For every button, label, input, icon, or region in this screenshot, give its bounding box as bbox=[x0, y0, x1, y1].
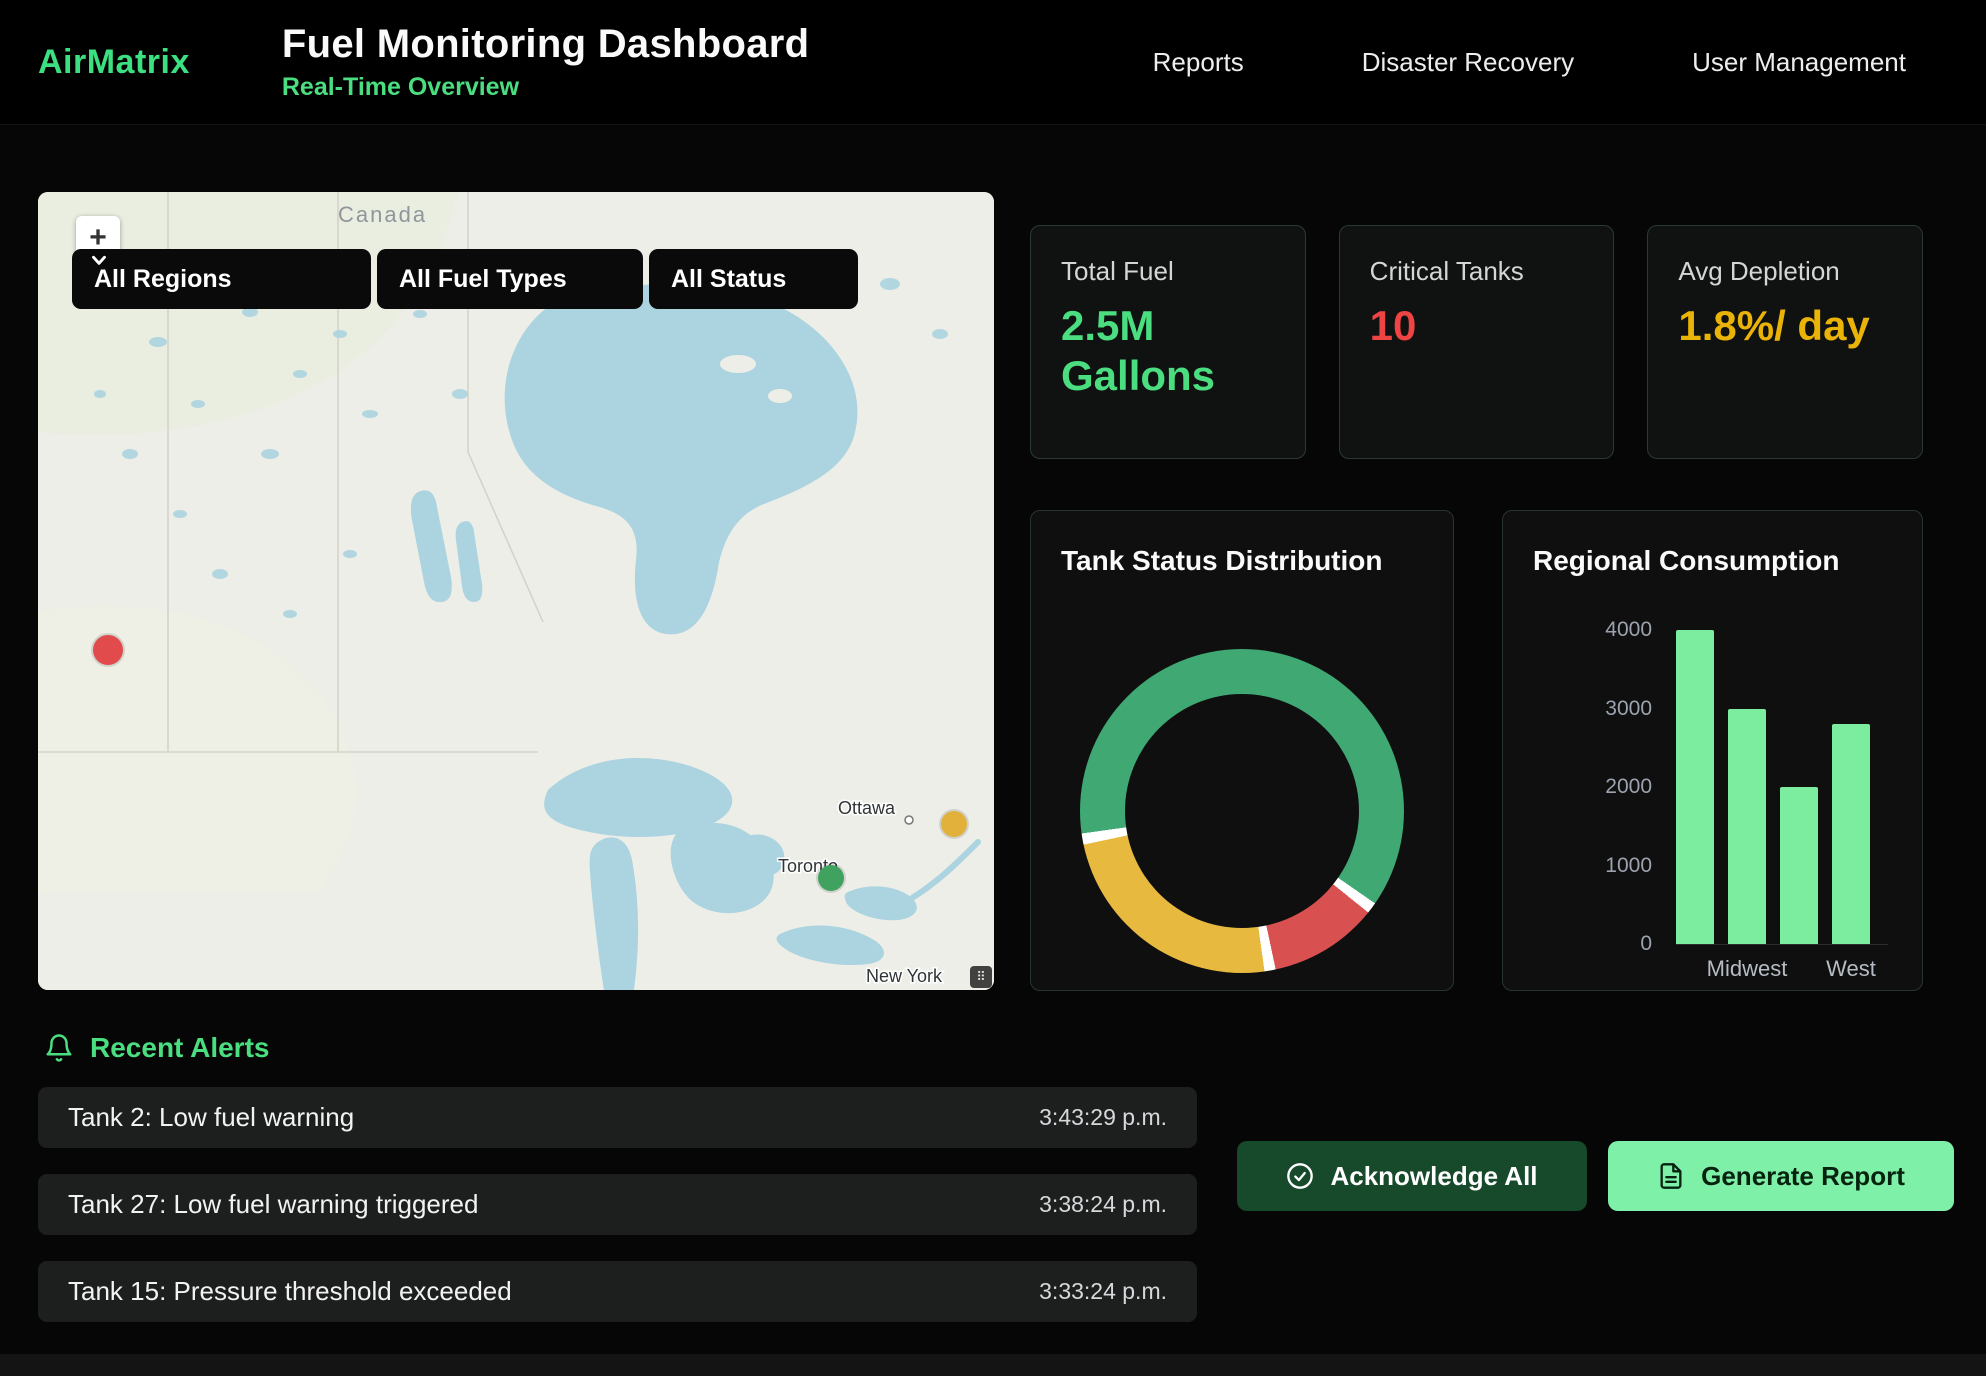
y-tick-label: 4000 bbox=[1503, 618, 1652, 642]
stat-card-total-fuel: Total Fuel 2.5M Gallons bbox=[1030, 225, 1306, 459]
fuel-monitoring-dashboard: AirMatrix Fuel Monitoring Dashboard Real… bbox=[0, 0, 1986, 1376]
x-tick-label bbox=[1780, 956, 1818, 982]
tank-status-card: Tank Status Distribution bbox=[1030, 510, 1454, 991]
status-filter-dropdown[interactable]: All Status bbox=[649, 249, 858, 309]
regional-bars bbox=[1676, 630, 1888, 945]
drag-handle-icon[interactable]: ⠿ bbox=[970, 966, 992, 988]
tank-marker-normal[interactable] bbox=[818, 865, 844, 891]
stat-value: 1.8%/ day bbox=[1678, 301, 1892, 351]
nav-reports[interactable]: Reports bbox=[1153, 47, 1244, 78]
chart-title: Tank Status Distribution bbox=[1031, 511, 1453, 577]
bar bbox=[1832, 724, 1870, 944]
document-icon bbox=[1657, 1162, 1685, 1190]
map-filters: All Regions All Fuel Types All Status bbox=[72, 249, 858, 309]
fuel-type-filter-label: All Fuel Types bbox=[399, 265, 567, 294]
tank-marker-critical[interactable] bbox=[93, 635, 123, 665]
y-tick-label: 0 bbox=[1503, 932, 1652, 956]
alert-message: Tank 15: Pressure threshold exceeded bbox=[68, 1276, 512, 1307]
map-canvas: Canada Ottawa Toronto New York bbox=[38, 192, 994, 990]
fuel-type-filter-dropdown[interactable]: All Fuel Types bbox=[377, 249, 643, 309]
stat-value: 2.5M Gallons bbox=[1061, 301, 1275, 402]
title-block: Fuel Monitoring Dashboard Real-Time Over… bbox=[282, 22, 809, 102]
regional-consumption-card: Regional Consumption 4000 3000 2000 1000 0 M… bbox=[1502, 510, 1923, 991]
bar bbox=[1676, 630, 1714, 944]
page-subtitle: Real-Time Overview bbox=[282, 73, 809, 102]
bar bbox=[1780, 787, 1818, 944]
y-tick-label: 3000 bbox=[1503, 697, 1652, 721]
generate-report-button[interactable]: Generate Report bbox=[1608, 1141, 1954, 1211]
main-nav: Reports Disaster Recovery User Managemen… bbox=[1153, 47, 1986, 78]
y-tick-label: 2000 bbox=[1503, 775, 1652, 799]
acknowledge-all-label: Acknowledge All bbox=[1330, 1161, 1537, 1192]
alerts-heading: Recent Alerts bbox=[44, 1032, 269, 1064]
alert-row[interactable]: Tank 15: Pressure threshold exceeded 3:3… bbox=[38, 1261, 1197, 1322]
stat-card-avg-depletion: Avg Depletion 1.8%/ day bbox=[1647, 225, 1923, 459]
tank-marker-warning[interactable] bbox=[941, 811, 967, 837]
chart-title: Regional Consumption bbox=[1503, 511, 1922, 577]
check-circle-icon bbox=[1286, 1162, 1314, 1190]
alert-row[interactable]: Tank 2: Low fuel warning 3:43:29 p.m. bbox=[38, 1087, 1197, 1148]
map[interactable]: Canada Ottawa Toronto New York + All Reg… bbox=[38, 192, 994, 990]
alert-row[interactable]: Tank 27: Low fuel warning triggered 3:38… bbox=[38, 1174, 1197, 1235]
x-tick-label: West bbox=[1832, 956, 1870, 982]
stat-label: Critical Tanks bbox=[1370, 256, 1584, 287]
bar bbox=[1728, 709, 1766, 945]
nav-disaster-recovery[interactable]: Disaster Recovery bbox=[1362, 47, 1574, 78]
stat-card-critical-tanks: Critical Tanks 10 bbox=[1339, 225, 1615, 459]
map-label-new-york: New York bbox=[866, 966, 943, 986]
footer-bar bbox=[0, 1354, 1986, 1376]
stats-row: Total Fuel 2.5M Gallons Critical Tanks 1… bbox=[1030, 225, 1923, 459]
acknowledge-all-button[interactable]: Acknowledge All bbox=[1237, 1141, 1587, 1211]
page-title: Fuel Monitoring Dashboard bbox=[282, 22, 809, 67]
chevron-down-icon bbox=[88, 249, 110, 271]
alert-message: Tank 2: Low fuel warning bbox=[68, 1102, 354, 1133]
region-filter-dropdown[interactable]: All Regions bbox=[72, 249, 371, 309]
city-dot bbox=[905, 816, 913, 824]
nav-user-management[interactable]: User Management bbox=[1692, 47, 1906, 78]
stat-value: 10 bbox=[1370, 301, 1584, 351]
map-label-country: Canada bbox=[338, 202, 427, 227]
alert-time: 3:38:24 p.m. bbox=[1039, 1191, 1167, 1218]
stat-label: Avg Depletion bbox=[1678, 256, 1892, 287]
y-tick-label: 1000 bbox=[1503, 854, 1652, 878]
alert-time: 3:43:29 p.m. bbox=[1039, 1104, 1167, 1131]
brand-logo: AirMatrix bbox=[38, 43, 190, 82]
stat-label: Total Fuel bbox=[1061, 256, 1275, 287]
alert-time: 3:33:24 p.m. bbox=[1039, 1278, 1167, 1305]
header: AirMatrix Fuel Monitoring Dashboard Real… bbox=[0, 0, 1986, 125]
alert-message: Tank 27: Low fuel warning triggered bbox=[68, 1189, 478, 1220]
regional-xlabels: Midwest West bbox=[1676, 956, 1870, 982]
tank-status-donut bbox=[1080, 649, 1404, 973]
status-filter-label: All Status bbox=[671, 265, 786, 294]
alert-list: Tank 2: Low fuel warning 3:43:29 p.m. Ta… bbox=[38, 1087, 1197, 1322]
map-label-ottawa: Ottawa bbox=[838, 798, 896, 818]
alerts-heading-label: Recent Alerts bbox=[90, 1032, 269, 1064]
x-tick-label: Midwest bbox=[1728, 956, 1766, 982]
donut-hole bbox=[1125, 694, 1359, 928]
bell-icon bbox=[44, 1033, 74, 1063]
region-filter-label: All Regions bbox=[94, 265, 232, 294]
generate-report-label: Generate Report bbox=[1701, 1161, 1905, 1192]
